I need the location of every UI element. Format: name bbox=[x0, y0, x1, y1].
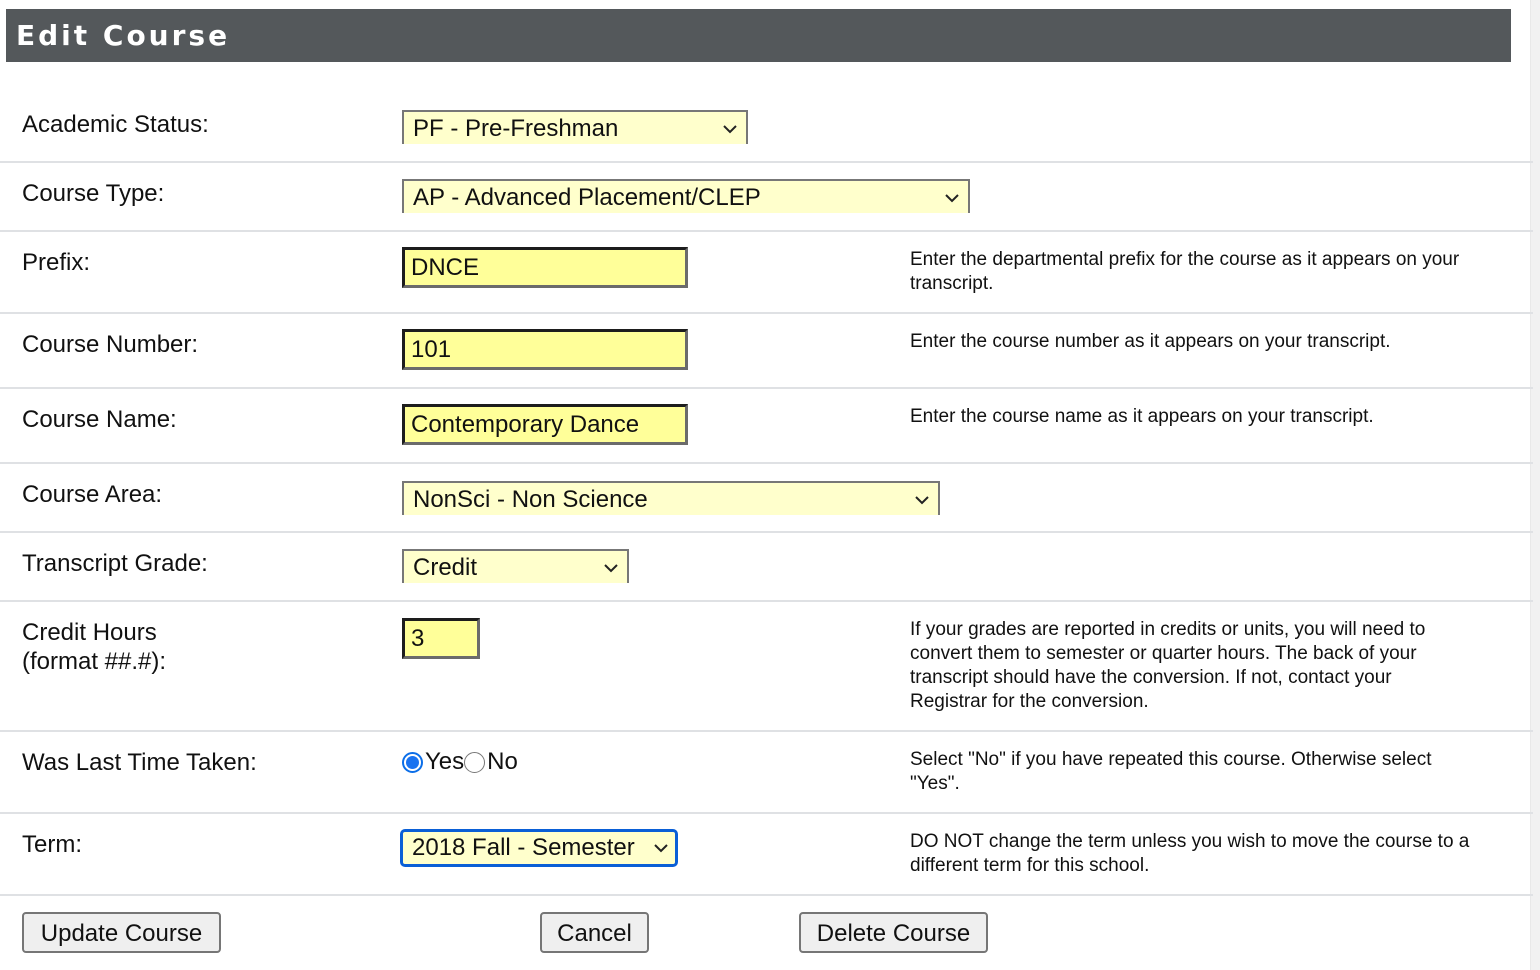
row-academic-status: Academic Status: PF - Pre-Freshman bbox=[0, 62, 1533, 163]
row-course-number: Course Number: 101 Enter the course numb… bbox=[0, 314, 1533, 389]
radio-no-label[interactable]: No bbox=[487, 747, 518, 777]
credit-hours-input[interactable]: 3 bbox=[402, 618, 480, 659]
term-label: Term: bbox=[22, 831, 82, 858]
course-number-value: 101 bbox=[411, 336, 452, 363]
transcript-grade-label: Transcript Grade: bbox=[22, 550, 208, 577]
course-area-value: NonSci - Non Science bbox=[413, 486, 648, 513]
course-type-select[interactable]: AP - Advanced Placement/CLEP bbox=[402, 179, 970, 213]
chevron-down-icon bbox=[915, 496, 929, 505]
prefix-input[interactable]: DNCE bbox=[402, 247, 688, 288]
chevron-down-icon bbox=[604, 564, 618, 573]
page-header: Edit Course bbox=[6, 9, 1511, 62]
transcript-grade-value: Credit bbox=[413, 554, 478, 581]
cancel-button[interactable]: Cancel bbox=[540, 912, 649, 953]
row-transcript-grade: Transcript Grade: Credit bbox=[0, 533, 1533, 602]
chevron-down-icon bbox=[654, 844, 668, 853]
course-type-value: AP - Advanced Placement/CLEP bbox=[413, 184, 761, 211]
term-value: 2018 Fall - Semester bbox=[412, 834, 635, 861]
chevron-down-icon bbox=[723, 125, 737, 134]
academic-status-label: Academic Status: bbox=[22, 111, 209, 138]
course-name-input[interactable]: Contemporary Dance bbox=[402, 404, 688, 445]
radio-yes[interactable] bbox=[402, 751, 423, 773]
radio-yes-label[interactable]: Yes bbox=[425, 747, 464, 777]
course-name-value: Contemporary Dance bbox=[411, 411, 640, 438]
course-number-input[interactable]: 101 bbox=[402, 329, 688, 370]
credit-hours-value: 3 bbox=[411, 625, 425, 652]
credit-hours-label-line1: Credit Hours bbox=[22, 619, 157, 646]
row-last-time-taken: Was Last Time Taken: Select "No" if you … bbox=[0, 732, 1533, 814]
row-prefix: Prefix: DNCE Enter the departmental pref… bbox=[0, 232, 1533, 314]
course-area-select[interactable]: NonSci - Non Science bbox=[402, 481, 940, 515]
academic-status-select[interactable]: PF - Pre-Freshman bbox=[402, 110, 748, 144]
term-select[interactable]: 2018 Fall - Semester bbox=[400, 829, 678, 867]
update-course-button[interactable]: Update Course bbox=[22, 912, 221, 953]
radio-no[interactable] bbox=[464, 751, 486, 773]
last-time-taken-help: Select "No" if you have repeated this co… bbox=[910, 749, 1432, 794]
row-course-type: Course Type: AP - Advanced Placement/CLE… bbox=[0, 163, 1533, 232]
chevron-down-icon bbox=[945, 194, 959, 203]
course-area-label: Course Area: bbox=[22, 481, 163, 508]
credit-hours-label: Credit Hours (format ##.#): bbox=[22, 618, 166, 676]
course-name-label: Course Name: bbox=[22, 406, 177, 433]
page-title: Edit Course bbox=[16, 19, 231, 52]
credit-hours-help: If your grades are reported in credits o… bbox=[910, 619, 1426, 712]
course-number-label: Course Number: bbox=[22, 331, 199, 358]
row-term: Term: 2018 Fall - Semester DO NOT change… bbox=[0, 814, 1533, 896]
prefix-value: DNCE bbox=[411, 254, 480, 281]
row-course-area: Course Area: NonSci - Non Science bbox=[0, 464, 1533, 533]
row-credit-hours: Credit Hours (format ##.#): 3 If your gr… bbox=[0, 602, 1533, 732]
prefix-help: Enter the departmental prefix for the co… bbox=[910, 249, 1460, 294]
term-help: DO NOT change the term unless you wish t… bbox=[910, 831, 1470, 876]
credit-hours-label-line2: (format ##.#): bbox=[22, 648, 167, 675]
academic-status-value: PF - Pre-Freshman bbox=[413, 115, 619, 142]
course-type-label: Course Type: bbox=[22, 180, 165, 207]
course-name-help: Enter the course name as it appears on y… bbox=[910, 406, 1374, 427]
delete-course-button[interactable]: Delete Course bbox=[799, 912, 988, 953]
row-course-name: Course Name: Contemporary Dance Enter th… bbox=[0, 389, 1533, 464]
course-number-help: Enter the course number as it appears on… bbox=[910, 331, 1391, 352]
prefix-label: Prefix: bbox=[22, 249, 91, 276]
last-time-taken-radio-group: Yes No bbox=[402, 747, 518, 777]
transcript-grade-select[interactable]: Credit bbox=[402, 549, 629, 583]
last-time-taken-label: Was Last Time Taken: bbox=[22, 749, 257, 776]
